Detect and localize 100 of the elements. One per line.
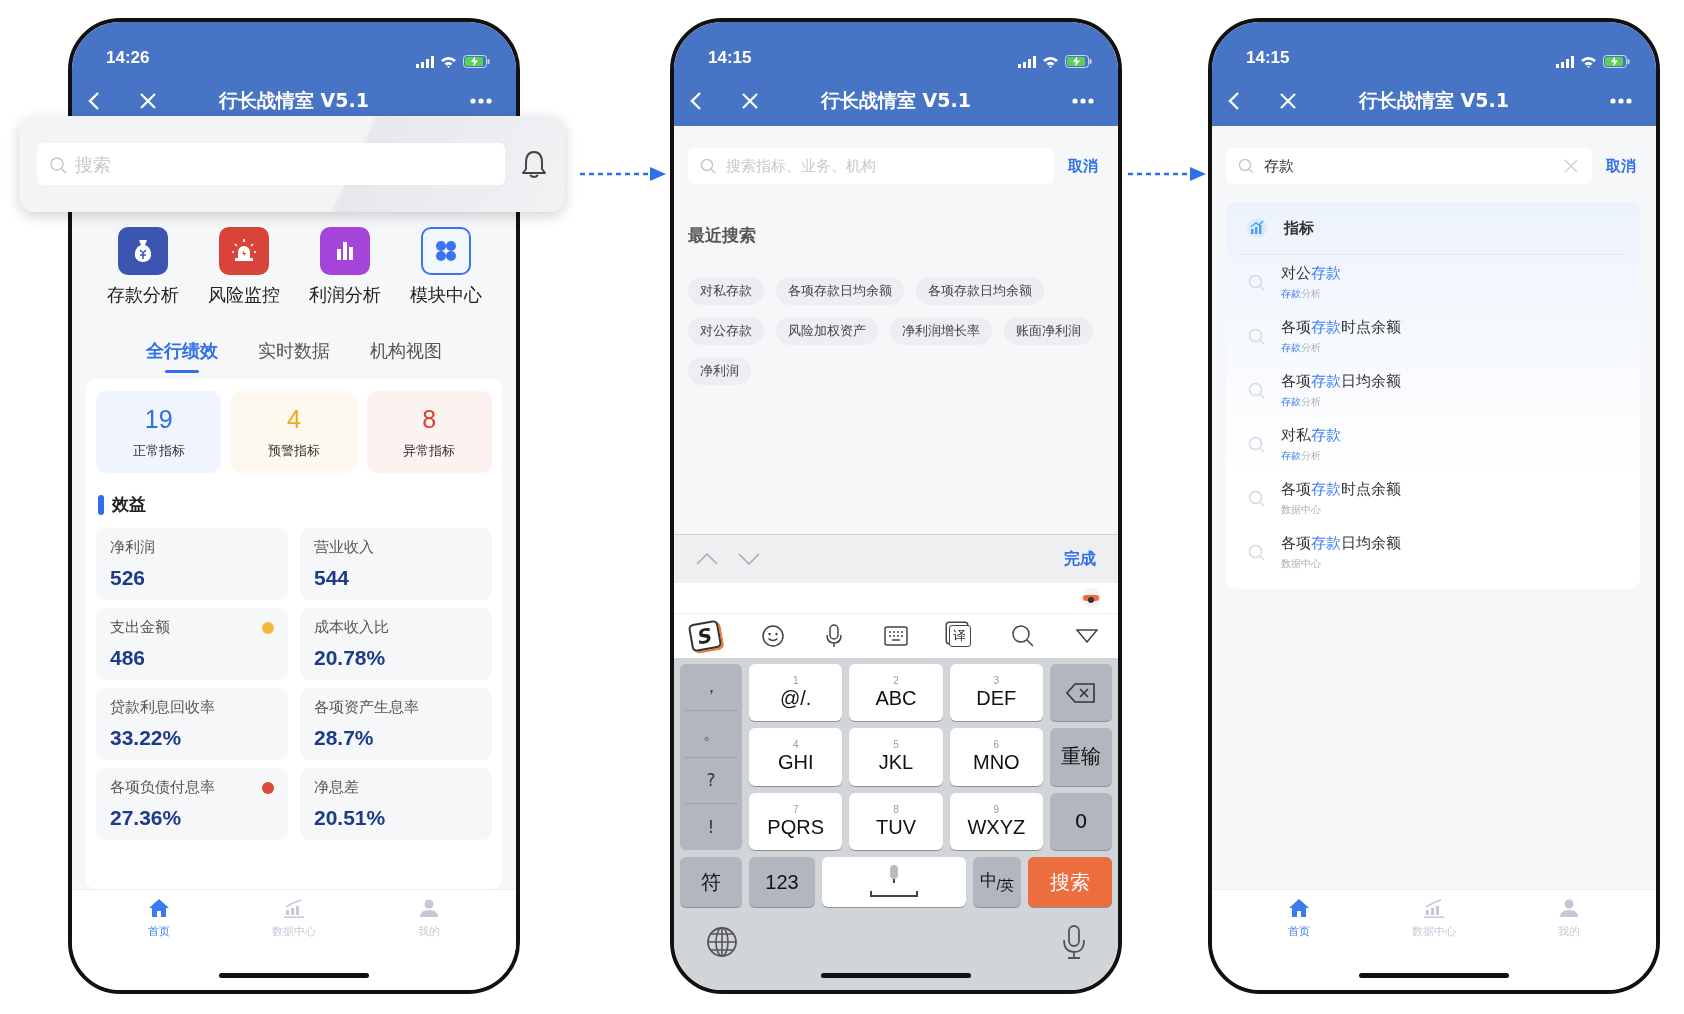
back-icon[interactable]	[88, 91, 100, 111]
keyboard-key[interactable]: 2 ABC	[849, 664, 943, 722]
backspace-icon	[1066, 682, 1096, 703]
recent-search-chip[interactable]: 各项存款日均余额	[916, 277, 1044, 305]
keyboard-key[interactable]: 符	[680, 857, 742, 907]
close-icon[interactable]	[1279, 92, 1297, 110]
search-icon[interactable]	[1011, 624, 1036, 648]
metric-value: 20.51%	[314, 806, 387, 830]
result-title[interactable]: 各项存款时点余额	[1281, 317, 1401, 337]
recent-search-chip[interactable]: 各项存款日均余额	[776, 277, 904, 305]
metric-value: 486	[110, 646, 147, 670]
metric-label: 各项资产生息率	[314, 698, 419, 717]
shortcut-icon[interactable]	[117, 227, 168, 275]
shortcut-icon[interactable]	[420, 227, 471, 275]
tab[interactable]: 实时数据	[258, 333, 330, 373]
keyboard-logo[interactable]: S	[687, 619, 723, 653]
keyboard-key[interactable]: 0	[1050, 792, 1112, 850]
metric-card[interactable]: 净利润 526	[96, 528, 288, 600]
metric-card[interactable]: 支出金额 486	[96, 608, 288, 680]
keyboard-key[interactable]: 9 WXYZ	[949, 792, 1043, 850]
keyboard-key[interactable]: 3 DEF	[949, 664, 1043, 722]
home-icon	[1288, 898, 1311, 918]
punctuation-key[interactable]: 。	[684, 710, 738, 758]
search-icon	[1248, 273, 1265, 291]
recent-search-chip[interactable]: 风险加权资产	[776, 317, 878, 345]
result-source: 存款分析	[1281, 448, 1322, 463]
result-title[interactable]: 各项存款时点余额	[1281, 479, 1401, 499]
summary-count: 4	[287, 404, 301, 434]
recent-search-chip[interactable]: 对私存款	[688, 277, 764, 305]
result-title[interactable]: 对公存款	[1281, 263, 1341, 283]
window-title: 行长战情室 V5.1	[821, 88, 971, 113]
back-icon[interactable]	[690, 91, 702, 111]
collapse-icon[interactable]	[1075, 629, 1098, 643]
recent-search-chip[interactable]: 净利润增长率	[890, 317, 992, 345]
keyboard-key[interactable]: 123	[749, 857, 815, 907]
punctuation-key[interactable]: ?	[684, 757, 738, 805]
recent-search-chip[interactable]: 净利润	[688, 357, 751, 385]
keyboard-key[interactable]: 中$_{/英}$	[973, 857, 1021, 907]
shortcut-icon[interactable]	[319, 227, 370, 275]
shortcut-icon[interactable]	[218, 227, 269, 275]
mascot-icon[interactable]	[1080, 587, 1102, 609]
close-icon[interactable]	[741, 92, 759, 110]
search-icon	[49, 156, 67, 174]
metric-card[interactable]: 贷款利息回收率 33.22%	[96, 688, 288, 760]
bell-icon[interactable]	[521, 149, 547, 179]
search-field[interactable]: 搜索指标、业务、机构	[688, 148, 1054, 184]
cancel-button[interactable]: 取消	[1068, 156, 1098, 176]
metric-card[interactable]: 净息差 20.51%	[300, 768, 492, 840]
results-heading: 指标	[1284, 218, 1314, 238]
metric-value: 27.36%	[110, 806, 183, 830]
keyboard-key[interactable]: 6 MNO	[949, 728, 1043, 786]
more-icon[interactable]	[470, 98, 492, 104]
microphone-icon[interactable]	[1062, 925, 1086, 959]
keyboard-key[interactable]: 7 PQRS	[749, 792, 843, 850]
search-icon	[1248, 435, 1265, 453]
metric-card[interactable]: 营业收入 544	[300, 528, 492, 600]
cancel-button[interactable]: 取消	[1606, 156, 1636, 176]
globe-icon[interactable]	[706, 926, 738, 958]
more-icon[interactable]	[1072, 98, 1094, 104]
person-icon	[1557, 898, 1580, 918]
result-title[interactable]: 各项存款日均余额	[1281, 533, 1401, 553]
status-time: 14:15	[1246, 48, 1290, 68]
metric-card[interactable]: 各项负债付息率 27.36%	[96, 768, 288, 840]
punctuation-key[interactable]: ，	[684, 664, 738, 711]
keyboard-key[interactable]: 5 JKL	[849, 728, 943, 786]
emoji-icon[interactable]	[760, 624, 785, 648]
recent-search-chip[interactable]: 账面净利润	[1004, 317, 1093, 345]
done-button[interactable]: 完成	[1064, 548, 1096, 570]
search-field[interactable]: 搜索	[37, 143, 505, 185]
recent-search-chip[interactable]: 对公存款	[688, 317, 764, 345]
close-icon[interactable]	[139, 92, 157, 110]
translate-icon[interactable]: 译	[948, 625, 971, 647]
chart-icon	[1246, 217, 1268, 239]
bottom-nav-item[interactable]: 首页	[1259, 898, 1340, 939]
result-title[interactable]: 对私存款	[1281, 425, 1341, 445]
keyboard-icon[interactable]	[883, 626, 908, 646]
tab[interactable]: 全行绩效	[146, 333, 218, 373]
metric-label: 成本收入比	[314, 618, 389, 637]
summary-card[interactable]: 8 异常指标	[366, 391, 492, 473]
keyboard-key[interactable]: 8 TUV	[849, 792, 943, 850]
search-field[interactable]: 存款	[1226, 148, 1592, 184]
microphone-icon[interactable]	[825, 624, 844, 648]
result-title[interactable]: 各项存款日均余额	[1281, 371, 1401, 391]
backspace-key[interactable]	[1050, 664, 1112, 722]
wifi-icon	[440, 55, 457, 68]
search-icon	[1248, 381, 1265, 399]
metric-value: 33.22%	[110, 726, 183, 750]
more-icon[interactable]	[1610, 98, 1632, 104]
signal-icon	[1018, 55, 1036, 68]
summary-card[interactable]: 4 预警指标	[231, 391, 357, 473]
metric-card[interactable]: 各项资产生息率 28.7%	[300, 688, 492, 760]
back-icon[interactable]	[1228, 91, 1240, 111]
keyboard-key[interactable]: 4 GHI	[749, 728, 843, 786]
metric-card[interactable]: 成本收入比 20.78%	[300, 608, 492, 680]
bottom-nav-item[interactable]: 首页	[119, 898, 200, 939]
punctuation-key[interactable]: !	[684, 804, 738, 850]
keyboard-key[interactable]: 重输	[1050, 728, 1112, 786]
tab[interactable]: 机构视图	[370, 333, 442, 373]
summary-card[interactable]: 19 正常指标	[96, 391, 222, 473]
keyboard-key[interactable]: 1 @/.	[749, 664, 843, 722]
